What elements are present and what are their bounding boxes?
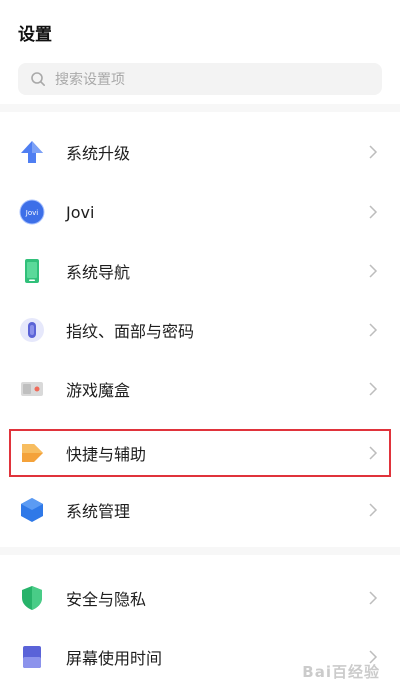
chevron-right-icon	[369, 591, 378, 605]
highlight-box	[9, 429, 391, 477]
chevron-right-icon	[369, 323, 378, 337]
svg-text:Jovi: Jovi	[25, 209, 38, 217]
settings-item-label: 系统导航	[66, 263, 131, 282]
settings-item-label: Jovi	[66, 202, 95, 222]
hourglass-icon	[19, 644, 45, 670]
settings-item-label: 指纹、面部与密码	[66, 322, 195, 341]
settings-item-game-box[interactable]: 游戏魔盒	[0, 360, 400, 418]
fingerprint-icon	[19, 317, 45, 343]
chevron-right-icon	[369, 264, 378, 278]
search-input[interactable]: 搜索设置项	[18, 63, 382, 95]
settings-item-label: 游戏魔盒	[66, 381, 131, 400]
settings-item-system-management[interactable]: 系统管理	[0, 481, 400, 539]
settings-item-jovi[interactable]: Jovi Jovi	[0, 183, 400, 241]
chevron-right-icon	[369, 382, 378, 396]
jovi-icon: Jovi	[19, 199, 45, 225]
game-box-icon	[19, 376, 45, 402]
arrow-up-icon	[19, 139, 45, 165]
settings-item-label: 安全与隐私	[66, 590, 147, 609]
chevron-right-icon	[369, 503, 378, 517]
watermark: Bai百经验	[302, 663, 380, 681]
phone-icon	[19, 258, 45, 284]
settings-item-label: 系统管理	[66, 502, 131, 521]
settings-item-security-privacy[interactable]: 安全与隐私	[0, 569, 400, 627]
section-divider	[0, 104, 400, 112]
settings-item-label: 系统升级	[66, 144, 131, 163]
section-divider	[0, 547, 400, 555]
settings-item-navigation[interactable]: 系统导航	[0, 242, 400, 300]
hexagon-icon	[19, 497, 45, 523]
search-icon	[31, 72, 45, 86]
chevron-right-icon	[369, 145, 378, 159]
shield-icon	[19, 585, 45, 611]
search-placeholder: 搜索设置项	[55, 72, 125, 88]
settings-item-system-update[interactable]: 系统升级	[0, 123, 400, 181]
page-title: 设置	[18, 25, 52, 45]
chevron-right-icon	[369, 205, 378, 219]
settings-item-fingerprint-face-password[interactable]: 指纹、面部与密码	[0, 301, 400, 359]
